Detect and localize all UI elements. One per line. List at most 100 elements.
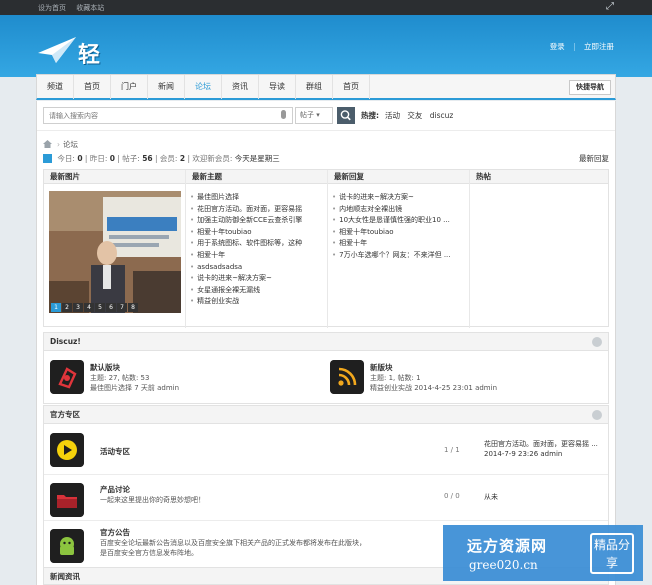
forum-stats: 主题: 1, 帖数: 1 bbox=[370, 374, 421, 382]
new-topics-column: 最新主题 最佳图片选择 花田官方活动。面对面，更容易摇 加强主动防御全新CCE云… bbox=[186, 170, 328, 328]
quick-nav-button[interactable]: 快捷导航 bbox=[569, 80, 611, 95]
forum-last-post[interactable]: 精益创业实战 2014-4-25 23:01 admin bbox=[370, 383, 497, 393]
newest-reply-link[interactable]: 最新回复 bbox=[579, 153, 609, 164]
latest-images-column: 最新图片 1 2 3 4 5 6 7 8 bbox=[44, 170, 186, 328]
slide-dot[interactable]: 6 bbox=[106, 303, 116, 312]
main-content: 帖子 ▾ 热搜: 活动 交友 discuz ›论坛 今日: 0 | 昨日: 0 … bbox=[36, 101, 616, 585]
breadcrumb-arrow-icon: › bbox=[57, 140, 60, 149]
slide-dot[interactable]: 8 bbox=[128, 303, 138, 312]
topic-link[interactable]: asdsadsadsa bbox=[190, 262, 302, 274]
forum-name[interactable]: 产品讨论 bbox=[100, 484, 130, 495]
nav-item-home-2[interactable]: 首页 bbox=[333, 75, 370, 99]
grid-header-new-replies: 最新回复 bbox=[328, 170, 469, 184]
forum-name[interactable]: 活动专区 bbox=[100, 446, 130, 457]
reply-link[interactable]: 说卡的进来~解决方案~ bbox=[332, 192, 451, 204]
reply-link[interactable]: 7万小车选哪个？网友：不来洋但 ... bbox=[332, 250, 450, 262]
presentation-photo-image bbox=[49, 191, 181, 313]
login-link[interactable]: 登录 bbox=[550, 42, 565, 51]
discuz-title: Discuz! bbox=[50, 337, 81, 346]
register-link[interactable]: 立即注册 bbox=[584, 42, 614, 51]
topic-link[interactable]: 花田官方活动。面对面，更容易摇 bbox=[190, 204, 302, 216]
topic-link[interactable]: 相爱十年 bbox=[190, 250, 302, 262]
forum-name[interactable]: 默认版块 bbox=[90, 362, 120, 373]
forum-count: 1 / 1 bbox=[444, 446, 460, 454]
new-replies-column: 最新回复 说卡的进来~解决方案~ 内地顺志对全裸出镜 10大女性是恳谨慎性强的职… bbox=[328, 170, 470, 328]
nav-item-forum[interactable]: 论坛 bbox=[185, 75, 222, 99]
topic-link[interactable]: 女星通报全裸无漏线 bbox=[190, 285, 302, 297]
members-count: 2 bbox=[179, 154, 186, 163]
hot-search-label: 热搜: bbox=[361, 111, 379, 120]
members-label: 会员: bbox=[159, 154, 178, 163]
forum-default[interactable]: 默认版块 主题: 27, 帖数: 53 最佳图片选择 7 天前 admin bbox=[50, 360, 320, 396]
today-count: 0 bbox=[77, 154, 83, 163]
slideshow-image[interactable]: 1 2 3 4 5 6 7 8 bbox=[49, 191, 181, 313]
topic-link[interactable]: 最佳图片选择 bbox=[190, 192, 302, 204]
forum-row-events[interactable]: 活动专区 1 / 1 花田官方活动。面对面，更容易摇 ... 2014-7-9 … bbox=[44, 425, 608, 475]
grid-header-hot-posts: 热帖 bbox=[470, 170, 608, 184]
nav-item-home[interactable]: 首页 bbox=[74, 75, 111, 99]
yesterday-count: 0 bbox=[109, 154, 115, 163]
nav-item-portal[interactable]: 门户 bbox=[111, 75, 148, 99]
reply-link[interactable]: 10大女性是恳谨慎性强的职业10 ... bbox=[332, 215, 451, 227]
nav-item-info[interactable]: 资讯 bbox=[222, 75, 259, 99]
nav-item-news[interactable]: 新闻 bbox=[148, 75, 185, 99]
set-home-link[interactable]: 设为首页 bbox=[38, 4, 66, 12]
nav-item-channel[interactable]: 频道 bbox=[37, 75, 74, 99]
watermark-overlay: 远方资源网 gree020.cn 精品分享 bbox=[443, 525, 643, 581]
next-section-title: 新闻资讯 bbox=[50, 572, 80, 581]
collapse-icon[interactable] bbox=[592, 337, 602, 347]
reply-link[interactable]: 相爱十年toubiao bbox=[332, 227, 451, 239]
watermark-line1: 远方资源网 bbox=[467, 537, 548, 555]
forum-name[interactable]: 新版块 bbox=[370, 362, 393, 373]
topic-link[interactable]: 说卡的进来~解决方案~ bbox=[190, 273, 302, 285]
topic-link[interactable]: 精益创业实战 bbox=[190, 296, 302, 308]
divider bbox=[37, 130, 615, 131]
slide-dot[interactable]: 3 bbox=[73, 303, 83, 312]
topic-link[interactable]: 相爱十年toubiao bbox=[190, 227, 302, 239]
search-input[interactable] bbox=[43, 107, 293, 124]
forum-last-post[interactable]: 花田官方活动。面对面，更容易摇 ... bbox=[484, 439, 598, 449]
yesterday-label: 昨日: bbox=[89, 154, 108, 163]
welcome-user[interactable]: 今天是星期三 bbox=[235, 154, 280, 163]
hot-search-terms: 活动 交友 discuz bbox=[385, 110, 458, 121]
breadcrumb-current[interactable]: 论坛 bbox=[63, 140, 78, 149]
slide-dot[interactable]: 1 bbox=[51, 303, 61, 312]
latest-grid: 最新图片 1 2 3 4 5 6 7 8 最新主题 • 最佳图片选择 • 花田官… bbox=[43, 169, 609, 328]
search-button[interactable] bbox=[337, 107, 355, 124]
nav-item-guide[interactable]: 导读 bbox=[259, 75, 296, 99]
forum-new[interactable]: 新版块 主题: 1, 帖数: 1 精益创业实战 2014-4-25 23:01 … bbox=[330, 360, 600, 396]
official-title: 官方专区 bbox=[50, 410, 80, 419]
hot-term[interactable]: discuz bbox=[430, 111, 454, 120]
welcome-label: 欢迎新会员: bbox=[192, 154, 233, 163]
expand-icon[interactable]: ⤢ bbox=[606, 1, 614, 12]
new-topics-list: 最佳图片选择 花田官方活动。面对面，更容易摇 加强主动防御全新CCE云查杀引擎 … bbox=[190, 192, 302, 308]
play-icon bbox=[50, 433, 84, 467]
hot-term[interactable]: 交友 bbox=[407, 111, 422, 120]
collapse-icon[interactable] bbox=[592, 410, 602, 420]
slide-dot[interactable]: 2 bbox=[62, 303, 72, 312]
search-bar: 帖子 ▾ 热搜: 活动 交友 discuz bbox=[43, 107, 613, 125]
grid-header-images: 最新图片 bbox=[44, 170, 185, 184]
hot-term[interactable]: 活动 bbox=[385, 111, 400, 120]
slide-dot[interactable]: 4 bbox=[84, 303, 94, 312]
microphone-icon[interactable] bbox=[281, 110, 286, 119]
reply-link[interactable]: 内地顺志对全裸出镜 bbox=[332, 204, 451, 216]
bookmark-link[interactable]: 收藏本站 bbox=[76, 4, 104, 12]
auth-links: 登录 | 立即注册 bbox=[544, 41, 614, 52]
nav-item-groups[interactable]: 群组 bbox=[296, 75, 333, 99]
slide-dot[interactable]: 7 bbox=[117, 303, 127, 312]
reply-link[interactable]: 相爱十年 bbox=[332, 238, 451, 250]
forum-default-icon bbox=[50, 360, 84, 394]
watermark-line2: gree020.cn bbox=[469, 558, 538, 572]
slide-dot[interactable]: 5 bbox=[95, 303, 105, 312]
forum-last-post[interactable]: 最佳图片选择 7 天前 admin bbox=[90, 383, 179, 393]
forum-description-2: 是百度安全官方信息发布阵地。 bbox=[100, 549, 198, 557]
forum-row-products[interactable]: 产品讨论 一起来这里提出你的奇思妙想吧！ 0 / 0 从未 bbox=[44, 475, 608, 521]
forum-description: 百度安全论坛最新公告消息以及百度安全旗下相关产品的正式发布都将发布在此版块， bbox=[100, 539, 366, 547]
forum-name[interactable]: 官方公告 bbox=[100, 527, 130, 538]
search-scope-select[interactable]: 帖子 ▾ bbox=[295, 107, 333, 124]
topic-link[interactable]: 用于系统图标、软件图标等，这种 bbox=[190, 238, 302, 250]
home-icon[interactable] bbox=[43, 140, 52, 148]
topic-link[interactable]: 加强主动防御全新CCE云查杀引擎 bbox=[190, 215, 302, 227]
forum-last-post: 从未 bbox=[484, 493, 498, 501]
